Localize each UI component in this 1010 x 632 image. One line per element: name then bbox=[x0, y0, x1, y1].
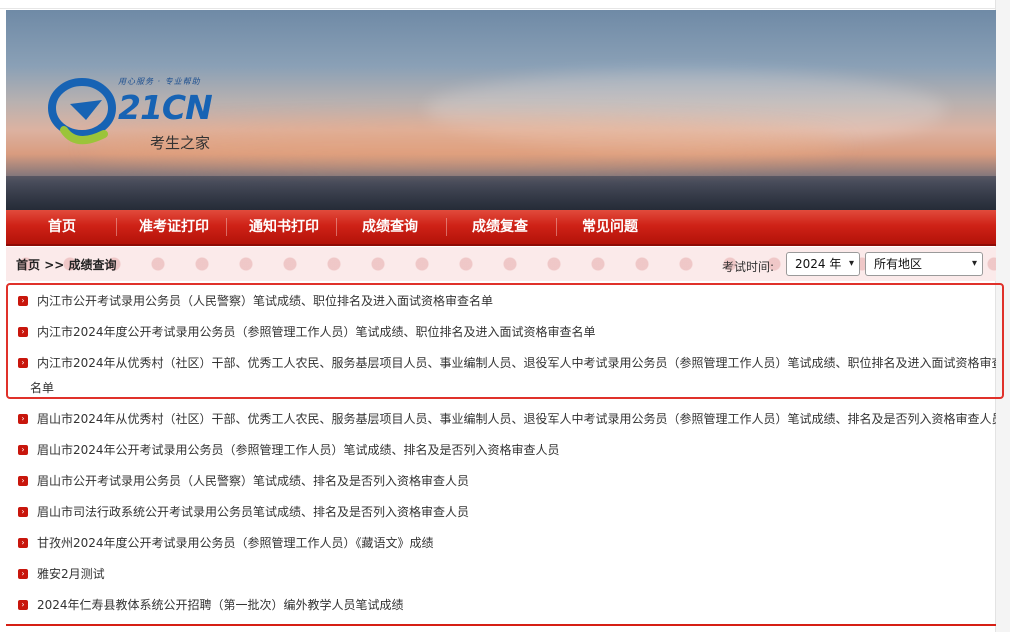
nav-score-review[interactable]: 成绩复查 bbox=[468, 210, 532, 244]
list-item: › 眉山市2024年从优秀村（社区）干部、优秀工人农民、服务基层项目人员、事业编… bbox=[6, 410, 996, 428]
chevron-down-icon: ▾ bbox=[848, 258, 854, 269]
list-item: › 雅安2月测试 bbox=[6, 565, 996, 583]
top-strip bbox=[0, 0, 1010, 9]
main-nav: 首页 准考证打印 通知书打印 成绩查询 成绩复查 常见问题 bbox=[6, 210, 996, 246]
nav-faq[interactable]: 常见问题 bbox=[578, 210, 642, 244]
list-item-link[interactable]: 眉山市公开考试录用公务员（人民警察）笔试成绩、排名及是否列入资格审查人员 bbox=[37, 472, 469, 490]
bullet-arrow-icon: › bbox=[18, 445, 28, 455]
list-item-link[interactable]: 眉山市2024年从优秀村（社区）干部、优秀工人农民、服务基层项目人员、事业编制人… bbox=[37, 410, 996, 428]
list-item: › 内江市2024年度公开考试录用公务员（参照管理工作人员）笔试成绩、职位排名及… bbox=[6, 323, 996, 341]
nav-home[interactable]: 首页 bbox=[44, 210, 80, 244]
list-item-link[interactable]: 眉山市司法行政系统公开考试录用公务员笔试成绩、排名及是否列入资格审查人员 bbox=[37, 503, 469, 521]
bullet-arrow-icon: › bbox=[18, 538, 28, 548]
list-item-link[interactable]: 甘孜州2024年度公开考试录用公务员（参照管理工作人员）《藏语文》成绩 bbox=[37, 534, 434, 552]
chevron-down-icon: ▾ bbox=[971, 258, 977, 269]
nav-divider bbox=[446, 218, 447, 236]
list-item: › 内江市公开考试录用公务员（人民警察）笔试成绩、职位排名及进入面试资格审查名单 bbox=[6, 292, 996, 310]
nav-divider bbox=[116, 218, 117, 236]
breadcrumb-home-link[interactable]: 首页 bbox=[16, 258, 40, 272]
list-item-link[interactable]: 2024年仁寿县教体系统公开招聘（第一批次）编外教学人员笔试成绩 bbox=[37, 596, 404, 614]
list-item-link[interactable]: 雅安2月测试 bbox=[37, 565, 105, 583]
year-select-value: 2024 年 bbox=[795, 257, 842, 271]
breadcrumb: 首页 >> 成绩查询 bbox=[16, 256, 117, 273]
breadcrumb-separator: >> bbox=[44, 258, 65, 272]
logo-slogan: 用心服务 · 专业帮助 bbox=[118, 77, 201, 86]
list-item: › 2024年仁寿县教体系统公开招聘（第一批次）编外教学人员笔试成绩 bbox=[6, 596, 996, 614]
region-select-value: 所有地区 bbox=[874, 257, 923, 271]
bullet-arrow-icon: › bbox=[18, 507, 28, 517]
banner-sea bbox=[6, 176, 996, 210]
list-item: › 眉山市司法行政系统公开考试录用公务员笔试成绩、排名及是否列入资格审查人员 bbox=[6, 503, 996, 521]
header-banner: 用心服务 · 专业帮助 21CN 考生之家 bbox=[6, 10, 996, 210]
list-item-link-continued[interactable]: 名单 bbox=[30, 379, 54, 397]
breadcrumb-current: 成绩查询 bbox=[68, 258, 117, 272]
region-select[interactable]: 所有地区 ▾ bbox=[865, 252, 983, 276]
list-item: › 甘孜州2024年度公开考试录用公务员（参照管理工作人员）《藏语文》成绩 bbox=[6, 534, 996, 552]
nav-divider bbox=[226, 218, 227, 236]
nav-divider bbox=[336, 218, 337, 236]
nav-score-query[interactable]: 成绩查询 bbox=[358, 210, 422, 244]
nav-notice-print[interactable]: 通知书打印 bbox=[242, 210, 326, 244]
bullet-arrow-icon: › bbox=[18, 600, 28, 610]
nav-divider bbox=[556, 218, 557, 236]
list-item-link[interactable]: 内江市2024年从优秀村（社区）干部、优秀工人农民、服务基层项目人员、事业编制人… bbox=[37, 354, 996, 372]
bullet-arrow-icon: › bbox=[18, 414, 28, 424]
list-item: › 内江市2024年从优秀村（社区）干部、优秀工人农民、服务基层项目人员、事业编… bbox=[6, 354, 996, 398]
logo-brand: 21CN bbox=[118, 88, 213, 127]
exam-time-label: 考试时间: bbox=[722, 260, 775, 274]
list-item-link[interactable]: 内江市公开考试录用公务员（人民警察）笔试成绩、职位排名及进入面试资格审查名单 bbox=[37, 292, 493, 310]
bullet-arrow-icon: › bbox=[18, 569, 28, 579]
nav-admission-ticket[interactable]: 准考证打印 bbox=[132, 210, 216, 244]
list-item: › 眉山市2024年公开考试录用公务员（参照管理工作人员）笔试成绩、排名及是否列… bbox=[6, 441, 996, 459]
list-item-link[interactable]: 内江市2024年度公开考试录用公务员（参照管理工作人员）笔试成绩、职位排名及进入… bbox=[37, 323, 596, 341]
year-select[interactable]: 2024 年 ▾ bbox=[786, 252, 860, 276]
bullet-arrow-icon: › bbox=[18, 476, 28, 486]
bullet-arrow-icon: › bbox=[18, 296, 28, 306]
list-item-link[interactable]: 眉山市2024年公开考试录用公务员（参照管理工作人员）笔试成绩、排名及是否列入资… bbox=[37, 441, 560, 459]
bullet-arrow-icon: › bbox=[18, 358, 28, 368]
logo-subtitle: 考生之家 bbox=[150, 134, 211, 152]
bullet-arrow-icon: › bbox=[18, 327, 28, 337]
bottom-divider bbox=[6, 624, 996, 626]
breadcrumb-bar: 首页 >> 成绩查询 考试时间: 2024 年 ▾ 所有地区 ▾ bbox=[6, 247, 996, 281]
list-item: › 眉山市公开考试录用公务员（人民警察）笔试成绩、排名及是否列入资格审查人员 bbox=[6, 472, 996, 490]
